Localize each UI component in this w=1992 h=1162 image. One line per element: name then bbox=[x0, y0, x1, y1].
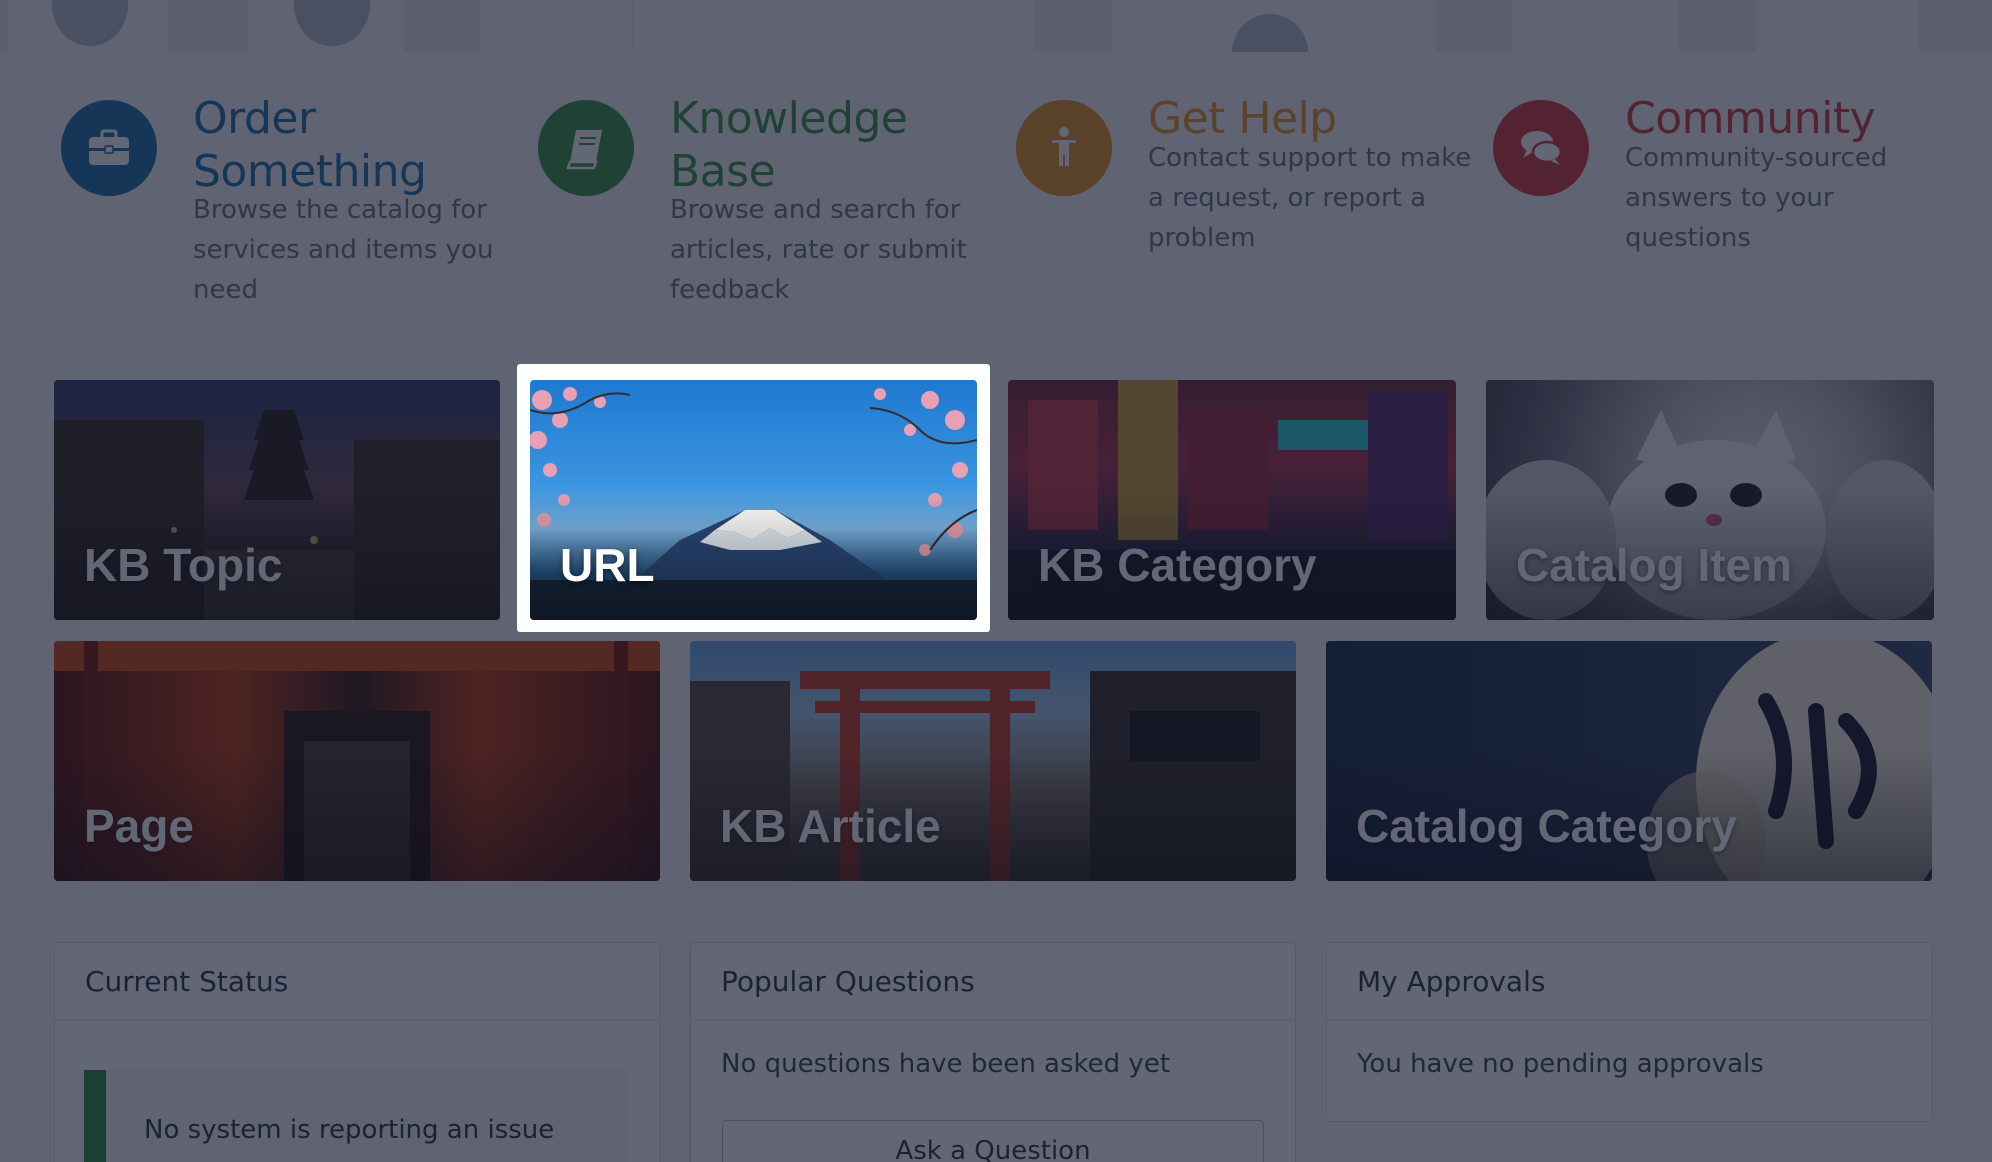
panel-title: Current Status bbox=[55, 943, 659, 1021]
panel-message: No questions have been asked yet bbox=[721, 1049, 1171, 1079]
tile-page[interactable]: Page bbox=[54, 641, 660, 881]
tile-label: KB Topic bbox=[84, 539, 283, 591]
quick-link-title[interactable]: Order Something bbox=[193, 92, 523, 198]
tile-label: KB Article bbox=[720, 800, 941, 852]
tile-label: KB Category bbox=[1038, 539, 1317, 591]
top-banner-strip bbox=[0, 0, 1992, 90]
banner-block bbox=[1756, 0, 1918, 52]
quick-link-description: Contact support to make a request, or re… bbox=[1148, 143, 1472, 253]
tile-label: URL bbox=[560, 539, 655, 591]
quick-link-title[interactable]: Knowledge Base bbox=[670, 92, 1000, 198]
tile-kb-topic[interactable]: KB Topic bbox=[54, 380, 500, 620]
banner-block bbox=[1512, 0, 1678, 52]
quick-link-description: Browse and search for articles, rate or … bbox=[670, 195, 967, 305]
panel-title: Popular Questions bbox=[691, 943, 1295, 1021]
quick-link-description: Browse the catalog for services and item… bbox=[193, 195, 494, 305]
tile-kb-category[interactable]: KB Category bbox=[1008, 380, 1456, 620]
tile-catalog-category[interactable]: Catalog Category bbox=[1326, 641, 1932, 881]
ask-question-button[interactable]: Ask a Question bbox=[722, 1120, 1264, 1162]
banner-block bbox=[634, 0, 1034, 52]
briefcase-icon bbox=[61, 100, 157, 196]
tile-label: Page bbox=[84, 800, 194, 852]
tile-catalog-item[interactable]: Catalog Item bbox=[1486, 380, 1934, 620]
quick-link-description: Community-sourced answers to your questi… bbox=[1625, 143, 1888, 253]
my-approvals-panel: My Approvals You have no pending approva… bbox=[1326, 942, 1932, 1122]
banner-block bbox=[480, 0, 632, 52]
person-icon bbox=[1016, 100, 1112, 196]
chat-bubbles-icon bbox=[1493, 100, 1589, 196]
tile-label: Catalog Item bbox=[1516, 539, 1793, 591]
tile-kb-article[interactable]: KB Article bbox=[690, 641, 1296, 881]
panel-message: You have no pending approvals bbox=[1357, 1049, 1764, 1079]
panel-title: My Approvals bbox=[1327, 943, 1931, 1021]
tile-url[interactable]: URL bbox=[530, 380, 977, 620]
status-message: No system is reporting an issue bbox=[144, 1115, 555, 1145]
book-icon bbox=[538, 100, 634, 196]
tile-label: Catalog Category bbox=[1356, 800, 1737, 852]
